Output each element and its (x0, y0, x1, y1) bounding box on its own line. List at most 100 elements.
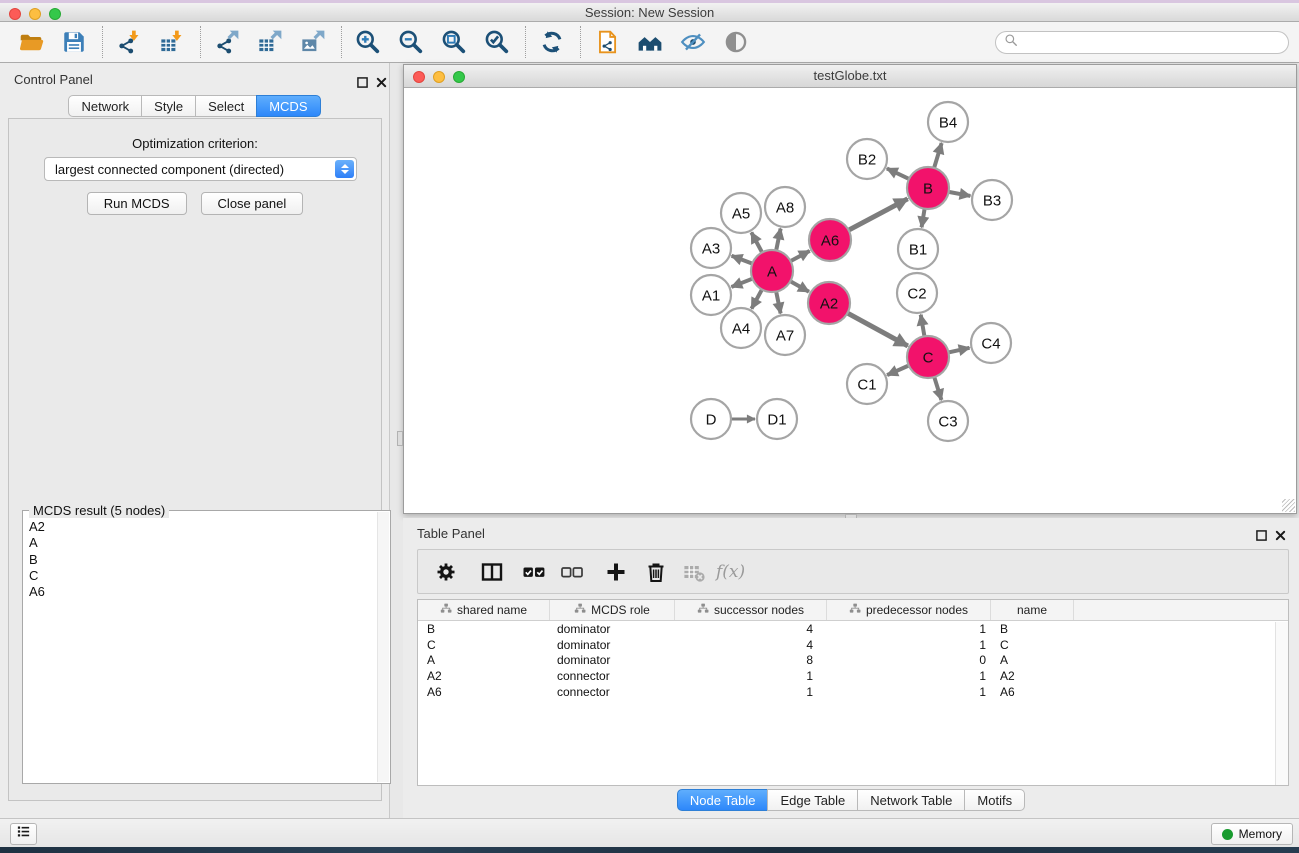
open-file-icon[interactable] (14, 26, 48, 58)
graph-node-A1[interactable]: A1 (691, 275, 731, 315)
edge-C-C4[interactable] (948, 348, 969, 353)
edge-A-A7[interactable] (776, 292, 780, 314)
graph-node-A6[interactable]: A6 (809, 219, 851, 261)
mcds-result-item[interactable]: A6 (24, 584, 376, 600)
graph-node-A[interactable]: A (751, 250, 793, 292)
import-table-icon[interactable] (155, 26, 189, 58)
close-panel-icon[interactable] (376, 75, 387, 93)
zoom-in-icon[interactable] (351, 26, 385, 58)
graph-node-B3[interactable]: B3 (972, 180, 1012, 220)
resize-grip-icon[interactable] (1282, 499, 1295, 512)
tab-style[interactable]: Style (141, 95, 196, 117)
result-scrollbar[interactable] (377, 512, 389, 782)
close-table-panel-icon[interactable] (1275, 528, 1286, 546)
edge-B-B3[interactable] (949, 192, 971, 196)
column-view-icon[interactable] (480, 556, 504, 588)
gear-icon[interactable] (434, 556, 458, 588)
graph-node-A7[interactable]: A7 (765, 315, 805, 355)
edge-B-B1[interactable] (922, 209, 925, 228)
network-canvas[interactable]: B4 B2 B B3 A5A8A6 A3 B1 A C2 A1 A2 A4A7 C4 C C1 C3 D D1 (404, 89, 1296, 514)
select-all-icon[interactable] (522, 556, 546, 588)
tab-node-table[interactable]: Node Table (677, 789, 769, 811)
mcds-result-list[interactable]: A2ABCA6 (24, 519, 376, 782)
graph-node-C2[interactable]: C2 (897, 273, 937, 313)
edge-A-A1[interactable] (731, 279, 752, 287)
graph-node-A2[interactable]: A2 (808, 282, 850, 324)
table-scrollbar[interactable] (1275, 622, 1288, 785)
edge-A6-B[interactable] (849, 199, 908, 230)
graph-node-D1[interactable]: D1 (757, 399, 797, 439)
export-network-icon[interactable] (210, 26, 244, 58)
graph-node-C4[interactable]: C4 (971, 323, 1011, 363)
edge-A-A8[interactable] (776, 229, 780, 251)
graph-node-B4[interactable]: B4 (928, 102, 968, 142)
graph-node-D[interactable]: D (691, 399, 731, 439)
zoom-out-icon[interactable] (394, 26, 428, 58)
table-row[interactable]: A6connector11A6 (418, 684, 1288, 700)
graph-node-A4[interactable]: A4 (721, 308, 761, 348)
edge-A-A5[interactable] (751, 232, 762, 252)
graph-node-C1[interactable]: C1 (847, 364, 887, 404)
search-field[interactable] (995, 31, 1289, 54)
zoom-selected-icon[interactable] (480, 26, 514, 58)
table-row[interactable]: Adominator80A (418, 652, 1288, 668)
edge-C-C2[interactable] (921, 315, 925, 337)
tab-motifs[interactable]: Motifs (964, 789, 1025, 811)
column-header-name[interactable]: name (991, 600, 1074, 620)
run-mcds-button[interactable]: Run MCDS (87, 192, 187, 215)
column-header-successor-nodes[interactable]: successor nodes (675, 600, 827, 620)
delete-icon[interactable] (644, 556, 668, 588)
file-network-icon[interactable] (590, 26, 624, 58)
mcds-result-item[interactable]: A (24, 535, 376, 551)
edge-A-A6[interactable] (791, 251, 810, 261)
deselect-all-icon[interactable] (560, 556, 584, 588)
tab-network[interactable]: Network (68, 95, 142, 117)
tab-network-table[interactable]: Network Table (857, 789, 965, 811)
export-image-icon[interactable] (296, 26, 330, 58)
graph-node-B[interactable]: B (907, 167, 949, 209)
mcds-result-item[interactable]: A2 (24, 519, 376, 535)
search-input[interactable] (1018, 32, 1288, 53)
refresh-icon[interactable] (535, 26, 569, 58)
zoom-fit-icon[interactable] (437, 26, 471, 58)
column-header-predecessor-nodes[interactable]: predecessor nodes (827, 600, 991, 620)
edge-A-A2[interactable] (790, 281, 809, 291)
table-row[interactable]: A2connector11A2 (418, 668, 1288, 684)
optimization-criterion-dropdown[interactable]: largest connected component (directed) (44, 157, 357, 181)
graph-node-B2[interactable]: B2 (847, 139, 887, 179)
graph-node-A5[interactable]: A5 (721, 193, 761, 233)
left-splitter-handle[interactable] (397, 431, 403, 446)
home-icon[interactable] (633, 26, 667, 58)
table-row[interactable]: Bdominator41B (418, 621, 1288, 637)
column-header-MCDS-role[interactable]: MCDS role (550, 600, 675, 620)
add-icon[interactable] (604, 556, 628, 588)
edge-A-A4[interactable] (752, 289, 762, 308)
memory-button[interactable]: Memory (1211, 823, 1293, 845)
graph-node-C[interactable]: C (907, 336, 949, 378)
float-panel-icon[interactable] (357, 75, 368, 93)
graph-node-C3[interactable]: C3 (928, 401, 968, 441)
edge-C-C1[interactable] (887, 365, 909, 375)
column-header-shared-name[interactable]: shared name (418, 600, 550, 620)
graph-node-A3[interactable]: A3 (691, 228, 731, 268)
table-row[interactable]: Cdominator41C (418, 637, 1288, 653)
eye-icon[interactable] (719, 26, 753, 58)
eye-slash-icon[interactable] (676, 26, 710, 58)
edge-A-A3[interactable] (732, 256, 753, 264)
graph-node-A8[interactable]: A8 (765, 187, 805, 227)
graph-node-B1[interactable]: B1 (898, 229, 938, 269)
edge-B-B2[interactable] (887, 168, 909, 179)
import-network-icon[interactable] (112, 26, 146, 58)
export-table-icon[interactable] (253, 26, 287, 58)
edge-A2-C[interactable] (847, 313, 907, 346)
float-table-panel-icon[interactable] (1256, 528, 1267, 546)
save-session-icon[interactable] (57, 26, 91, 58)
tab-edge-table[interactable]: Edge Table (767, 789, 858, 811)
tab-mcds[interactable]: MCDS (256, 95, 320, 117)
mcds-result-item[interactable]: C (24, 568, 376, 584)
edge-C-C3[interactable] (934, 377, 941, 400)
network-window-titlebar[interactable]: testGlobe.txt (404, 65, 1296, 88)
close-panel-button[interactable]: Close panel (201, 192, 304, 215)
edge-B-B4[interactable] (934, 143, 942, 168)
mcds-result-item[interactable]: B (24, 552, 376, 568)
